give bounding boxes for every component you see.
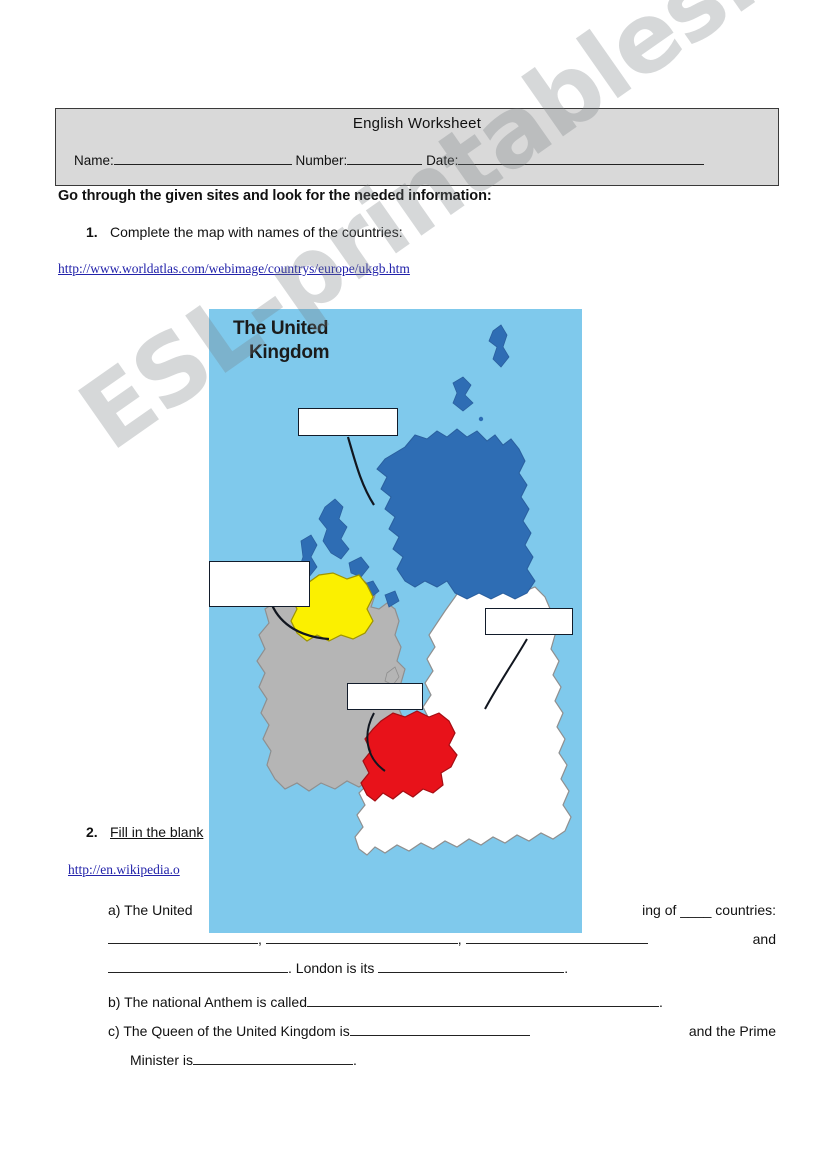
wales-label-box[interactable]: [347, 683, 423, 710]
question-c-text-end: and the Prime: [688, 1023, 776, 1039]
number-label: Number:: [295, 152, 348, 168]
question-a-line-3: . London is its .: [108, 954, 568, 983]
date-input-line[interactable]: [458, 151, 705, 165]
worldatlas-link[interactable]: http://www.worldatlas.com/webimage/count…: [58, 261, 410, 277]
question-a-text-end: ing of ____ countries:: [642, 902, 776, 918]
small-island-dot: [478, 416, 484, 422]
answer-line-a4[interactable]: [108, 959, 288, 973]
task-1: 1. Complete the map with names of the cou…: [86, 224, 403, 240]
question-b-text: The national Anthem is called: [124, 994, 307, 1010]
answer-line-a6[interactable]: [464, 959, 565, 973]
question-a-label: a): [108, 902, 121, 918]
question-a-label-and-start: a) The United: [108, 896, 193, 925]
task-1-text: Complete the map with names of the count…: [110, 224, 403, 240]
northern-ireland-label-box[interactable]: [209, 561, 310, 607]
map-title: The United Kingdom: [233, 317, 330, 365]
worksheet-page: English Worksheet Name: Number: Date: Go…: [0, 0, 821, 1169]
question-c-start: c) The Queen of the United Kingdom is: [108, 1017, 530, 1046]
date-label: Date:: [426, 152, 459, 168]
scotland-leader-line: [346, 436, 375, 506]
question-b-label: b): [108, 994, 121, 1010]
task-2-number: 2.: [86, 824, 98, 840]
answer-line-c2[interactable]: [193, 1051, 354, 1065]
name-label: Name:: [74, 152, 114, 168]
question-c-period: .: [353, 1052, 357, 1068]
task-2-text: Fill in the blank: [110, 824, 204, 840]
worksheet-header-box: English Worksheet Name: Number: Date:: [55, 108, 779, 186]
scotland-shape: [376, 428, 536, 600]
name-input-line[interactable]: [113, 151, 292, 165]
question-c-line-2: Minister is.: [130, 1046, 357, 1075]
question-a-and: and: [752, 931, 776, 947]
instructions-heading: Go through the given sites and look for …: [58, 188, 492, 204]
student-info-fields: Name: Number: Date:: [74, 151, 705, 168]
wikipedia-link[interactable]: http://en.wikipedia.o: [68, 862, 180, 878]
answer-line-a5[interactable]: [378, 959, 465, 973]
question-c-line-1: c) The Queen of the United Kingdom is an…: [108, 1017, 776, 1046]
hebrides-shape: [318, 498, 350, 560]
question-c-text-minister: Minister is: [130, 1052, 194, 1068]
question-c-label: c): [108, 1023, 120, 1039]
task-2: 2. Fill in the blank: [86, 824, 203, 840]
page-title: English Worksheet: [352, 115, 482, 132]
question-a-london-text: . London is its: [288, 960, 375, 976]
question-b-period: .: [658, 994, 663, 1010]
question-a-text-start: The United: [124, 902, 193, 918]
question-a-period: .: [564, 960, 569, 976]
shetland-shape: [488, 324, 510, 368]
orkney-shape: [452, 376, 474, 412]
task-1-number: 1.: [86, 224, 98, 240]
number-input-line[interactable]: [347, 151, 423, 165]
map-title-line-1: The United: [233, 318, 329, 339]
uk-map-image: The United Kingdom: [209, 309, 582, 933]
map-title-line-2: Kingdom: [249, 342, 330, 363]
answer-line-c1[interactable]: [349, 1022, 530, 1036]
england-label-box[interactable]: [485, 608, 573, 635]
answer-line-b[interactable]: [306, 993, 659, 1007]
question-b: b) The national Anthem is called.: [108, 988, 776, 1017]
scotland-label-box[interactable]: [298, 408, 398, 436]
question-c-text-start: The Queen of the United Kingdom is: [123, 1023, 350, 1039]
inner-hebrides-shape: [348, 556, 370, 578]
